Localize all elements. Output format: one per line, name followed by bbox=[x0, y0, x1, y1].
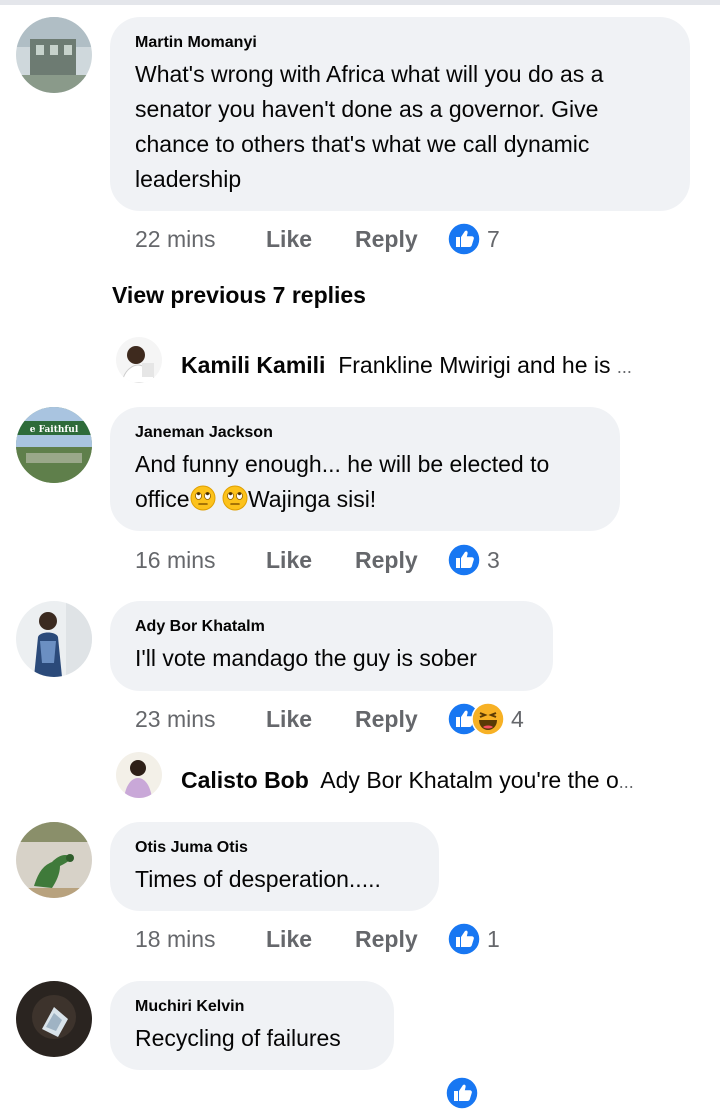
rolling-eyes-emoji-icon bbox=[222, 485, 248, 511]
reaction-count: 1 bbox=[487, 925, 500, 952]
comment-text: And funny enough... he will be elected t… bbox=[135, 447, 594, 517]
avatar-martin-momanyi[interactable] bbox=[16, 17, 92, 93]
haha-emoji-icon bbox=[471, 702, 505, 736]
reply-preview-text: Frankline Mwirigi and he is bbox=[338, 352, 611, 378]
view-previous-replies-link[interactable]: View previous 7 replies bbox=[112, 282, 366, 309]
comment-actions: 22 mins Like Reply 7 bbox=[135, 221, 500, 257]
avatar-image bbox=[116, 752, 162, 798]
reaction-summary[interactable]: 1 bbox=[447, 922, 500, 956]
reply-button[interactable]: Reply bbox=[355, 706, 447, 733]
comment-bubble: Martin Momanyi What's wrong with Africa … bbox=[110, 17, 690, 211]
comment-timestamp[interactable]: 16 mins bbox=[135, 547, 266, 574]
comment-bubble: Otis Juma Otis Times of desperation..... bbox=[110, 822, 439, 911]
avatar-image bbox=[16, 822, 92, 898]
reply-ellipsis: ... bbox=[618, 772, 634, 792]
like-thumb-icon bbox=[447, 922, 481, 956]
comment-bubble: Muchiri Kelvin Recycling of failures bbox=[110, 981, 394, 1070]
reply-ellipsis: ... bbox=[616, 357, 632, 377]
comment-actions: 18 mins Like Reply 1 bbox=[135, 921, 500, 957]
comment-actions: 16 mins Like Reply 3 bbox=[135, 542, 500, 578]
comment-text: I'll vote mandago the guy is sober bbox=[135, 645, 477, 671]
avatar-kamili-kamili[interactable] bbox=[116, 337, 162, 383]
reply-preview-text: Ady Bor Khatalm you're the o bbox=[320, 767, 619, 793]
reply-author[interactable]: Calisto Bob bbox=[181, 767, 309, 793]
reaction-summary[interactable]: 3 bbox=[447, 543, 500, 577]
avatar-ady-bor-khatalm[interactable] bbox=[16, 601, 92, 677]
avatar-otis-juma-otis[interactable] bbox=[16, 822, 92, 898]
reply-button[interactable]: Reply bbox=[355, 926, 447, 953]
avatar-muchiri-kelvin[interactable] bbox=[16, 981, 92, 1057]
like-button[interactable]: Like bbox=[266, 226, 355, 253]
avatar-janeman-jackson[interactable]: e Faithful bbox=[16, 407, 92, 483]
avatar-image bbox=[16, 17, 92, 93]
svg-text:e Faithful: e Faithful bbox=[30, 425, 79, 435]
comment-text: Times of desperation..... bbox=[135, 866, 381, 892]
reply-author[interactable]: Kamili Kamili bbox=[181, 352, 325, 378]
comment-text: What's wrong with Africa what will you d… bbox=[135, 61, 604, 192]
comment-text-part: Wajinga sisi! bbox=[247, 486, 377, 512]
rolling-eyes-emoji-icon bbox=[190, 485, 216, 511]
comment-text: Recycling of failures bbox=[135, 1025, 341, 1051]
reply-button[interactable]: Reply bbox=[355, 226, 447, 253]
comment-author[interactable]: Ady Bor Khatalm bbox=[135, 617, 527, 637]
comment-bubble: Janeman Jackson And funny enough... he w… bbox=[110, 407, 620, 531]
reaction-count: 7 bbox=[487, 225, 500, 252]
comment-author[interactable]: Muchiri Kelvin bbox=[135, 997, 368, 1017]
comment-timestamp[interactable]: 23 mins bbox=[135, 706, 266, 733]
reaction-count: 4 bbox=[511, 705, 524, 732]
like-thumb-icon bbox=[447, 222, 481, 256]
comment-author[interactable]: Otis Juma Otis bbox=[135, 838, 413, 858]
avatar-image bbox=[16, 601, 92, 677]
comment-actions: 23 mins Like Reply 4 bbox=[135, 701, 524, 737]
like-button[interactable]: Like bbox=[266, 706, 355, 733]
like-thumb-icon bbox=[447, 543, 481, 577]
comment-timestamp[interactable]: 22 mins bbox=[135, 226, 266, 253]
comment-author[interactable]: Martin Momanyi bbox=[135, 33, 664, 53]
avatar-image bbox=[16, 981, 92, 1057]
reply-button[interactable]: Reply bbox=[355, 547, 447, 574]
reply-preview[interactable]: Kamili Kamili Frankline Mwirigi and he i… bbox=[181, 352, 701, 379]
reaction-count: 3 bbox=[487, 546, 500, 573]
like-thumb-icon bbox=[445, 1076, 479, 1115]
comment-timestamp[interactable]: 18 mins bbox=[135, 926, 266, 953]
like-button[interactable]: Like bbox=[266, 926, 355, 953]
reaction-summary[interactable]: 7 bbox=[447, 222, 500, 256]
reaction-summary[interactable]: 4 bbox=[447, 702, 524, 736]
avatar-image bbox=[116, 337, 162, 383]
avatar-calisto-bob[interactable] bbox=[116, 752, 162, 798]
reply-preview[interactable]: Calisto Bob Ady Bor Khatalm you're the o… bbox=[181, 767, 701, 794]
comment-bubble: Ady Bor Khatalm I'll vote mandago the gu… bbox=[110, 601, 553, 691]
top-divider bbox=[0, 0, 720, 5]
like-button[interactable]: Like bbox=[266, 547, 355, 574]
avatar-image: e Faithful bbox=[16, 407, 92, 483]
comment-author[interactable]: Janeman Jackson bbox=[135, 423, 594, 443]
